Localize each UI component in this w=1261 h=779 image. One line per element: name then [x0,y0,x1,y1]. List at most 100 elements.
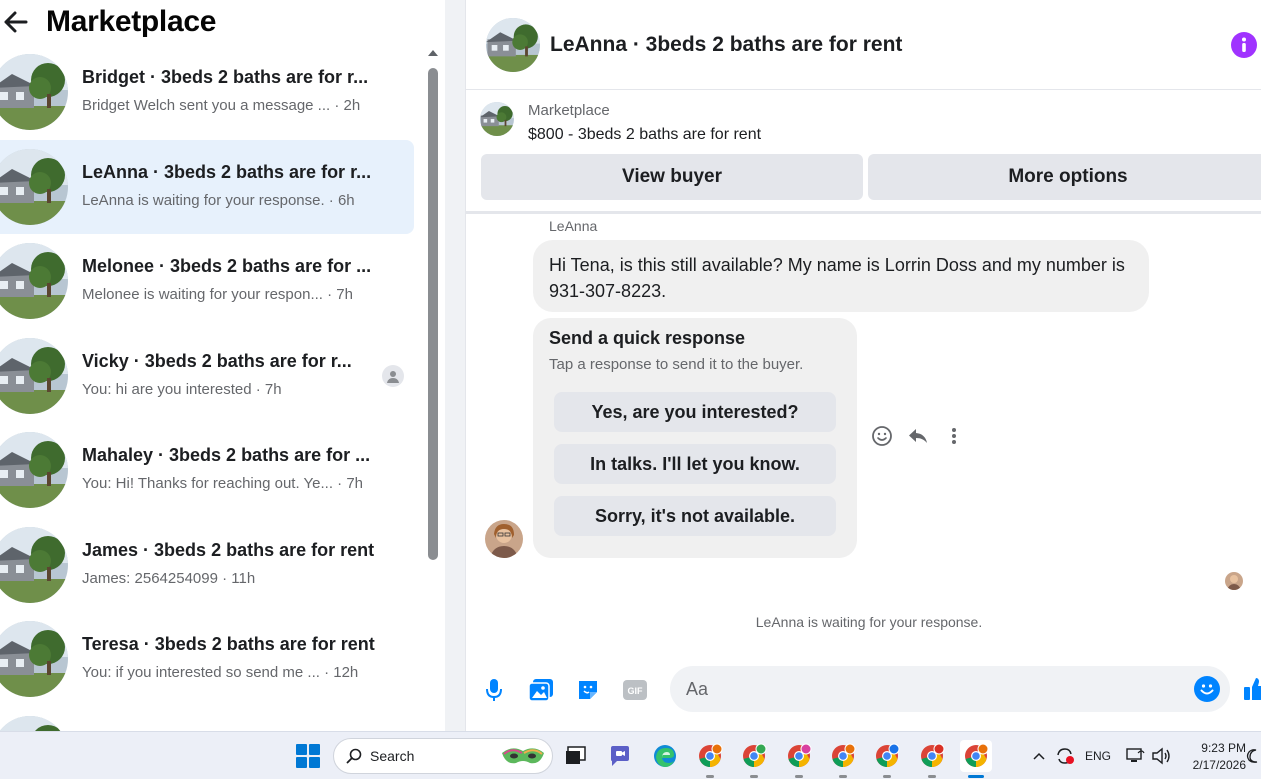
edge-browser-icon[interactable] [649,740,681,772]
listing-avatar[interactable] [486,17,540,72]
back-arrow-icon[interactable] [2,8,30,36]
view-buyer-button[interactable]: View buyer [481,154,863,200]
search-label: Search [370,748,415,764]
conversation-avatar [0,54,68,130]
chrome-profile-icon[interactable] [738,740,770,778]
conversation-text: Mahaley · 3beds 2 baths are for ... You: … [82,445,386,492]
conversation-name: James · 3beds 2 baths are for rent [82,539,375,560]
chrome-profile-icon[interactable] [694,740,726,778]
conversation-avatar [0,243,68,319]
conversation-text: LeAnna · 3beds 2 baths are for r... LeAnn… [82,162,386,209]
message-input[interactable] [670,666,1230,712]
conversation-item-partial[interactable] [0,707,414,731]
chrome-profile-icon[interactable] [916,740,948,778]
left-header: Marketplace [0,0,445,44]
taskbar-clock[interactable]: 9:23 PM 2/17/2026 [1176,740,1246,774]
clock-time: 9:23 PM [1201,741,1246,755]
sender-name: LeAnna [549,218,598,234]
scrollbar[interactable] [426,48,440,568]
microphone-icon[interactable] [480,676,508,704]
taskbar-search[interactable]: Search [333,738,553,774]
seen-indicator-avatar [1225,572,1243,590]
reply-icon[interactable] [906,424,930,448]
chat-header: LeAnna · 3beds 2 baths are for rent [466,0,1261,90]
thumbs-up-icon[interactable] [1244,676,1261,704]
conversation-item[interactable]: LeAnna · 3beds 2 baths are for r... LeAnn… [0,139,414,234]
conversation-text: James · 3beds 2 baths are for rent James:… [82,540,386,587]
more-options-button[interactable]: More options [868,154,1261,200]
svg-text:GIF: GIF [628,686,644,696]
gif-icon[interactable]: GIF [621,676,649,704]
chrome-profile-icon[interactable] [959,740,992,778]
conversation-avatar [0,337,68,414]
network-icon[interactable] [1124,746,1146,766]
conversation-preview: You: Hi! Thanks for reaching out. Ye... … [82,475,364,492]
quick-response-not-available-button[interactable]: Sorry, it's not available. [554,496,836,536]
conversation-text: Bridget · 3beds 2 baths are for r... Brid… [82,67,386,114]
conversation-name: Vicky · 3beds 2 baths are for r... [82,350,352,371]
scroll-up-arrow-icon[interactable] [428,50,438,56]
listing-source: Marketplace [528,102,610,119]
message-composer: GIF [466,660,1261,720]
page-title: Marketplace [46,5,217,38]
waiting-status-text: LeAnna is waiting for your response. [755,614,983,630]
chrome-profile-icon[interactable] [871,740,903,778]
conversation-preview: Melonee is waiting for your respon... · … [82,286,353,303]
taskbar: Search ENG 9:23 PM 2/17/2026 [0,731,1261,779]
more-vertical-icon[interactable] [942,424,966,448]
teams-chat-icon[interactable] [604,740,636,772]
language-indicator[interactable]: ENG [1084,746,1112,766]
chrome-profile-icon[interactable] [827,740,859,778]
chat-title[interactable]: LeAnna · 3beds 2 baths are for rent [550,33,902,57]
conversation-name: Bridget · 3beds 2 baths are for r... [82,67,369,87]
chrome-profile-icon[interactable] [783,740,815,778]
quick-response-in-talks-button[interactable]: In talks. I'll let you know. [554,444,836,484]
notification-moon-icon[interactable] [1246,746,1260,766]
volume-icon[interactable] [1150,746,1172,766]
conversation-item[interactable]: Teresa · 3beds 2 baths are for rent You: … [0,612,414,706]
conversation-text: Vicky · 3beds 2 baths are for r... You: h… [82,351,386,398]
windows-start-icon[interactable] [296,744,320,768]
conversation-item[interactable]: James · 3beds 2 baths are for rent James:… [0,518,414,612]
message-bubble[interactable]: Hi Tena, is this still available? My nam… [533,240,1149,312]
conversation-preview: LeAnna is waiting for your response. · 6… [82,191,355,209]
listing-card: Marketplace $800 - 3beds 2 baths are for… [466,90,1261,214]
conversation-text: Teresa · 3beds 2 baths are for rent You: … [82,634,386,681]
listing-price-title[interactable]: $800 - 3beds 2 baths are for rent [528,126,761,144]
chat-panel: LeAnna · 3beds 2 baths are for rent Mark… [465,0,1261,731]
sender-avatar[interactable] [485,520,523,558]
info-icon[interactable] [1231,32,1257,58]
conversation-avatar [0,621,68,697]
emoji-icon[interactable] [1194,676,1220,702]
listing-thumbnail[interactable] [480,102,514,136]
conversation-item[interactable]: Vicky · 3beds 2 baths are for r... You: h… [0,329,414,423]
conversation-avatar [0,715,68,731]
clock-date: 2/17/2026 [1192,758,1246,772]
sticker-icon[interactable] [574,676,602,704]
conversation-text: Melonee · 3beds 2 baths are for ... Melon… [82,256,386,303]
message-actions [870,424,970,448]
search-icon [346,748,362,764]
conversation-preview: Bridget Welch sent you a message ... · 2… [82,97,361,114]
read-receipt-avatar-icon [382,364,404,387]
conversation-preview: You: hi are you interested · 7h [82,380,282,398]
conversation-name: Mahaley · 3beds 2 baths are for ... [82,445,371,465]
conversation-avatar [0,526,68,603]
conversation-name: Melonee · 3beds 2 baths are for ... [82,256,372,276]
conversation-list-panel: Marketplace Bridget · 3beds 2 baths are … [0,0,445,731]
quick-response-title: Send a quick response [549,328,746,348]
quick-response-yes-button[interactable]: Yes, are you interested? [554,392,836,432]
react-emoji-icon[interactable] [870,424,894,448]
conversation-item[interactable]: Mahaley · 3beds 2 baths are for ... You: … [0,423,414,517]
conversation-preview: You: if you interested so send me ... · … [82,664,359,681]
scrollbar-thumb[interactable] [428,68,438,560]
conversation-name: Teresa · 3beds 2 baths are for rent [82,634,375,654]
search-highlight-mask-icon [502,748,544,764]
conversation-item[interactable]: Bridget · 3beds 2 baths are for r... Brid… [0,45,414,139]
sync-status-icon[interactable] [1054,746,1076,766]
conversation-item[interactable]: Melonee · 3beds 2 baths are for ... Melon… [0,234,414,328]
conversation-preview: James: 2564254099 · 11h [82,569,256,587]
show-hidden-icons-chevron-icon[interactable] [1032,746,1046,766]
photo-icon[interactable] [527,676,555,704]
task-view-icon[interactable] [560,740,592,772]
